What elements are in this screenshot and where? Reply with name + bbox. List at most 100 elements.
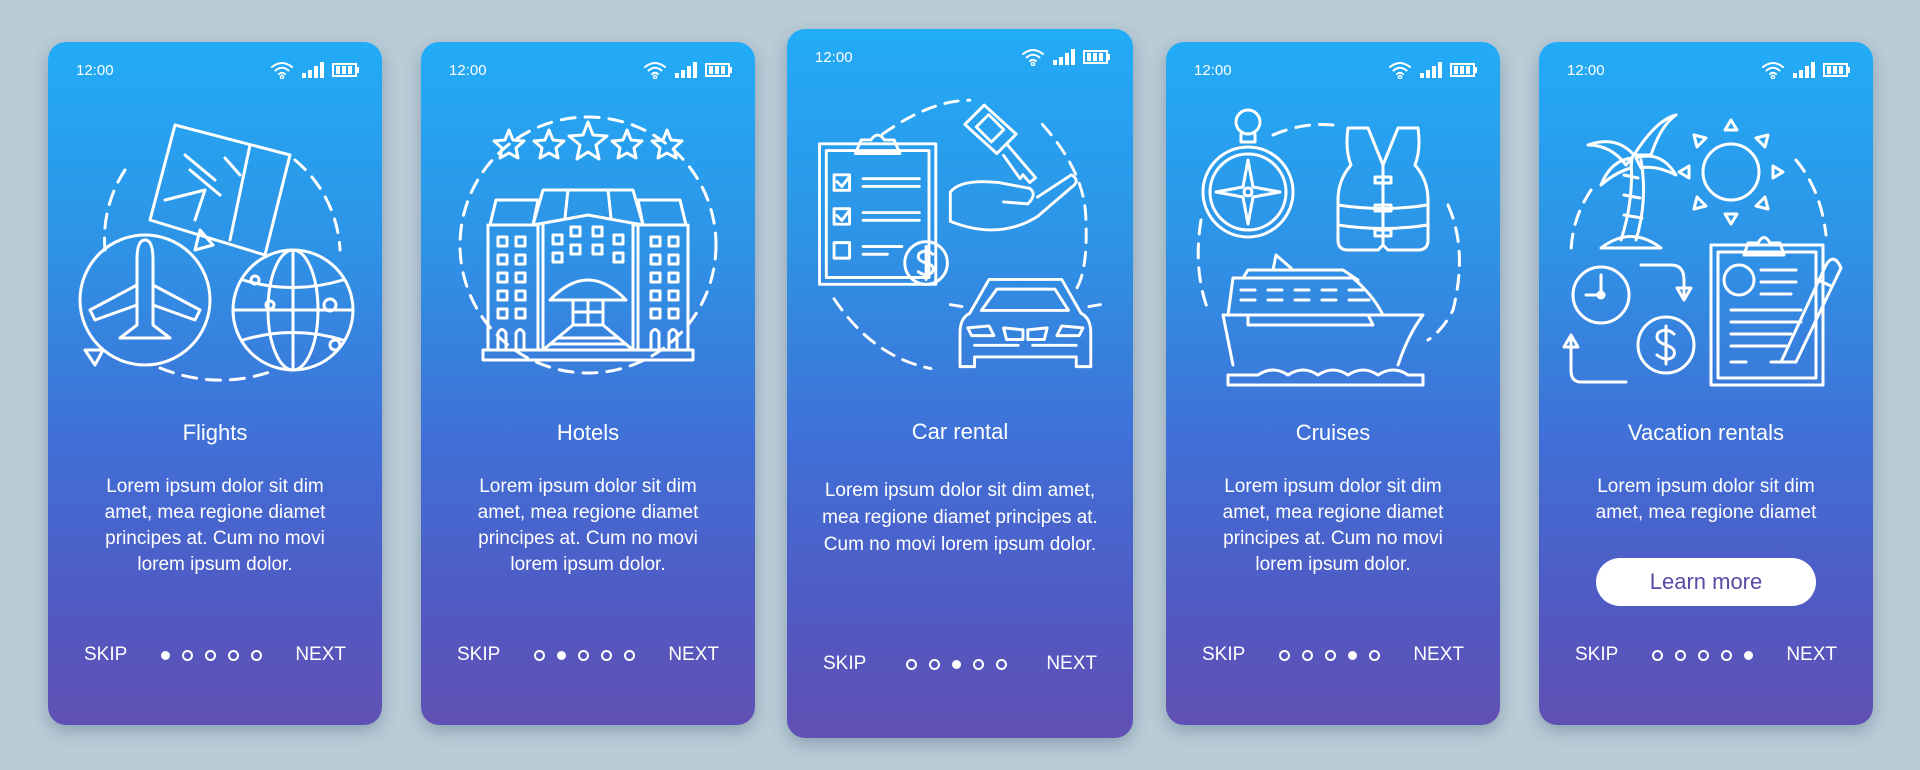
page-dot-active[interactable] — [1743, 650, 1753, 660]
page-dot[interactable] — [250, 649, 262, 661]
signal-icon — [1793, 62, 1815, 78]
page-dot[interactable] — [1278, 649, 1290, 661]
vacation-rentals-illustration — [1562, 113, 1843, 387]
page-dot[interactable] — [1697, 649, 1709, 661]
contract-clipboard-icon — [1709, 236, 1843, 387]
page-dot[interactable] — [533, 649, 545, 661]
plane-ticket-icon — [148, 123, 292, 257]
page-dot[interactable] — [1720, 649, 1732, 661]
page-dot-active[interactable] — [556, 650, 566, 660]
dollar-coin-icon — [903, 240, 949, 286]
dollar-coin-icon — [1636, 315, 1696, 375]
page-dot[interactable] — [928, 658, 940, 670]
page-dot[interactable] — [1324, 649, 1336, 661]
page-indicator — [1651, 649, 1753, 661]
skip-button[interactable]: SKIP — [84, 644, 127, 666]
page-dot[interactable] — [905, 658, 917, 670]
learn-more-button[interactable]: Learn more — [1596, 558, 1816, 606]
page-dot[interactable] — [1368, 649, 1380, 661]
skip-button[interactable]: SKIP — [1575, 644, 1618, 666]
page-dot[interactable] — [577, 649, 589, 661]
screen-title: Hotels — [556, 420, 620, 445]
skip-button[interactable]: SKIP — [457, 644, 500, 666]
life-jacket-icon — [1336, 126, 1430, 252]
wifi-icon — [1021, 48, 1045, 66]
screen-title: Vacation rentals — [1627, 420, 1785, 445]
onboarding-screen-flights: 12:00 Flights Lorem ipsum dolor sit dim … — [48, 42, 382, 725]
status-time: 12:00 — [76, 61, 114, 79]
status-time: 12:00 — [1567, 61, 1605, 79]
screen-title: Flights — [182, 420, 248, 445]
page-indicator — [1278, 649, 1380, 661]
page-dot[interactable] — [995, 658, 1007, 670]
car-rental-illustration — [818, 98, 1102, 371]
skip-button[interactable]: SKIP — [1202, 644, 1245, 666]
status-time: 12:00 — [1194, 61, 1232, 79]
signal-icon — [1053, 49, 1075, 65]
wifi-icon — [270, 61, 294, 79]
status-bar: 12:00 — [1194, 60, 1478, 80]
page-dot[interactable] — [1674, 649, 1686, 661]
page-dot[interactable] — [623, 649, 635, 661]
page-dot[interactable] — [204, 649, 216, 661]
page-dot[interactable] — [1301, 649, 1313, 661]
arrow-up-icon — [1562, 333, 1628, 384]
skip-button[interactable]: SKIP — [823, 653, 866, 675]
page-indicator — [160, 649, 262, 661]
hand-with-key-icon — [948, 103, 1078, 232]
page-dot[interactable] — [227, 649, 239, 661]
screen-description: Lorem ipsum dolor sit dim amet, mea regi… — [1222, 476, 1444, 575]
page-dot-active[interactable] — [160, 650, 170, 660]
hotel-building-icon — [481, 188, 695, 362]
onboarding-footer: SKIP NEXT — [1202, 644, 1464, 666]
plane-circle-icon — [78, 228, 215, 367]
clipboard-checklist-icon — [818, 133, 938, 286]
screen-description: Lorem ipsum dolor sit dim amet, mea regi… — [477, 476, 699, 575]
onboarding-screen-vacation-rentals: 12:00 Vacation rentals Lorem ipsum dolor… — [1539, 42, 1873, 725]
page-dot[interactable] — [972, 658, 984, 670]
status-time: 12:00 — [449, 61, 487, 79]
hotels-illustration — [458, 115, 718, 375]
car-front-icon — [948, 277, 1102, 369]
wifi-icon — [643, 61, 667, 79]
page-dot-active[interactable] — [951, 659, 961, 669]
onboarding-screen-cruises: 12:00 Cruises Lorem ipsum dolor sit dim … — [1166, 42, 1500, 725]
next-button[interactable]: NEXT — [1786, 644, 1837, 666]
arrow-down-icon — [1639, 263, 1693, 302]
page-indicator — [905, 658, 1007, 670]
status-bar: 12:00 — [76, 60, 360, 80]
compass-icon — [1201, 108, 1295, 239]
page-dot[interactable] — [181, 649, 193, 661]
page-dot[interactable] — [1651, 649, 1663, 661]
battery-icon — [1083, 50, 1111, 64]
page-dot-active[interactable] — [1347, 650, 1357, 660]
next-button[interactable]: NEXT — [1413, 644, 1464, 666]
signal-icon — [1420, 62, 1442, 78]
onboarding-footer: SKIP NEXT — [84, 644, 346, 666]
onboarding-footer: SKIP NEXT — [457, 644, 719, 666]
screen-description: Lorem ipsum dolor sit dim amet, mea regi… — [104, 476, 326, 575]
globe-icon — [231, 248, 355, 372]
clock-icon — [1571, 265, 1631, 325]
screen-description: Lorem ipsum dolor sit dim amet, mea regi… — [822, 480, 1098, 555]
status-time: 12:00 — [815, 48, 853, 66]
screen-description: Lorem ipsum dolor sit dim amet, mea regi… — [1595, 476, 1817, 523]
sun-icon — [1677, 118, 1785, 226]
signal-icon — [302, 62, 324, 78]
wifi-icon — [1761, 61, 1785, 79]
screen-title: Cruises — [1295, 420, 1371, 445]
battery-icon — [705, 63, 733, 77]
five-stars-icon — [492, 120, 684, 161]
next-button[interactable]: NEXT — [668, 644, 719, 666]
palm-tree-icon — [1586, 113, 1678, 250]
onboarding-footer: SKIP NEXT — [823, 653, 1097, 675]
battery-icon — [1823, 63, 1851, 77]
status-bar: 12:00 — [815, 47, 1111, 67]
next-button[interactable]: NEXT — [1046, 653, 1097, 675]
next-button[interactable]: NEXT — [295, 644, 346, 666]
cruises-illustration — [1196, 108, 1461, 387]
battery-icon — [1450, 63, 1478, 77]
onboarding-footer: SKIP NEXT — [1575, 644, 1837, 666]
page-dot[interactable] — [600, 649, 612, 661]
flights-illustration — [78, 123, 355, 382]
